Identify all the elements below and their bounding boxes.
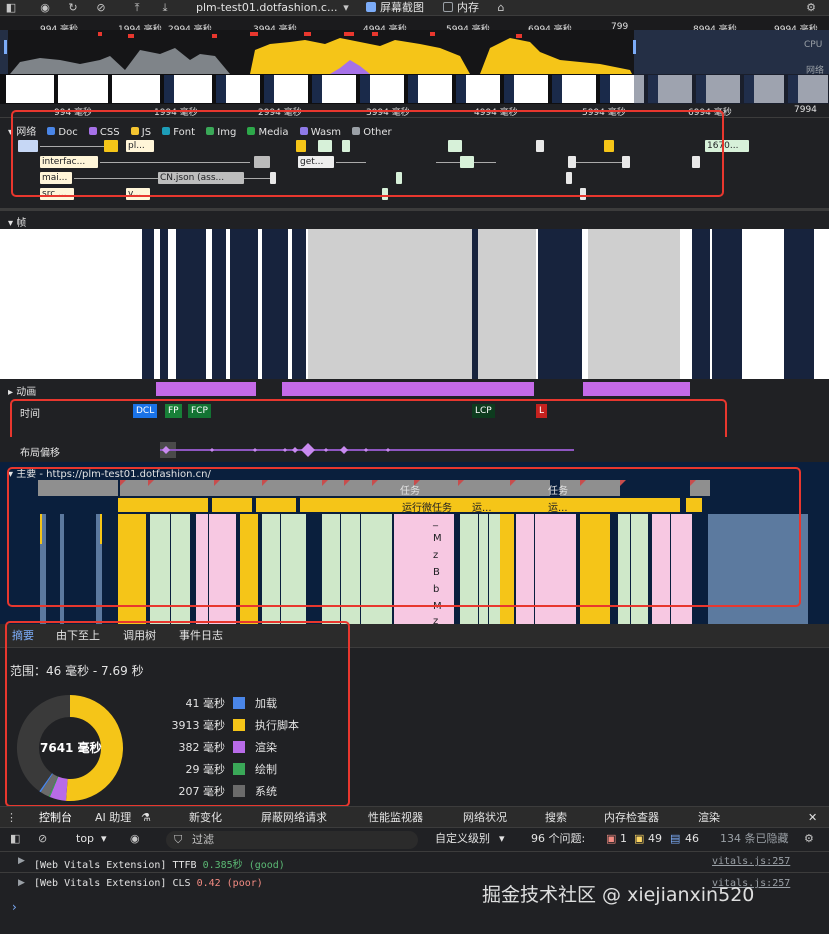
- drawer-tabbar: ⋮ 控制台 AI 助理 ⚗ 新变化 屏蔽网络请求 性能监视器 网络状况 搜索 内…: [0, 806, 829, 831]
- url-select[interactable]: plm-test01.dotfashion.c...: [196, 1, 337, 15]
- main-thread-track[interactable]: ▾ 主要 - https://plm-test01.dotfashion.cn/: [0, 462, 829, 627]
- summary-panel: 范围：46 毫秒 - 7.69 秒 7641 毫秒 41 毫秒 加载 3913 毫…: [0, 621, 829, 807]
- shift-diamonds[interactable]: [150, 437, 600, 462]
- warning-icon: ▣: [634, 832, 645, 845]
- tab-whats-new[interactable]: 新变化: [189, 807, 222, 829]
- layout-shift-track[interactable]: 布局偏移: [0, 437, 829, 462]
- tab-network-conditions[interactable]: 网络状况: [463, 807, 507, 829]
- eye-icon[interactable]: ◉: [130, 832, 140, 846]
- message-value: 0.42 (poor): [196, 878, 263, 889]
- hidden-count: 134 条已隐藏: [720, 832, 789, 845]
- tab-rendering[interactable]: 渲染: [698, 807, 720, 829]
- expand-arrow-icon[interactable]: ▸: [8, 387, 13, 398]
- animation-header[interactable]: ▸ 动画: [8, 383, 36, 398]
- animation-track[interactable]: ▸ 动画: [0, 379, 829, 399]
- console-toolbar: ◧ ⊘ top ▾ ◉ ⛉ 过滤 自定义级别 ▾ 96 个问题: ▣ 1 ▣ 4…: [0, 828, 829, 852]
- filter-input[interactable]: ⛉ 过滤: [166, 831, 418, 849]
- error-count[interactable]: 1: [620, 832, 627, 846]
- message-prefix: [Web Vitals Extension] CLS: [34, 878, 197, 889]
- reload-icon[interactable]: ↻: [66, 1, 80, 15]
- sidebar-icon[interactable]: ◧: [4, 1, 18, 15]
- memory-label: 内存: [457, 1, 479, 14]
- screenshot-checkbox[interactable]: 屏幕截图: [366, 1, 424, 15]
- tab-memory-inspector[interactable]: 内存检查器: [604, 807, 659, 829]
- close-icon[interactable]: ✕: [808, 807, 817, 829]
- ruler-tick: 7994: [794, 105, 817, 115]
- layout-shift-title: 布局偏移: [20, 448, 60, 459]
- clear-console-icon[interactable]: ⊘: [38, 832, 47, 846]
- divider: [0, 872, 829, 873]
- flask-icon: ⚗: [141, 811, 151, 824]
- screenshot-thumbnails: [6, 74, 829, 104]
- record-icon[interactable]: ◉: [38, 1, 52, 15]
- cpu-label: CPU: [804, 40, 823, 50]
- frame-screenshots: [0, 229, 829, 379]
- console-message[interactable]: [Web Vitals Extension] CLS 0.42 (poor): [34, 878, 263, 889]
- message-source-link[interactable]: vitals.js:257: [712, 856, 790, 867]
- highlight-box: [11, 110, 724, 197]
- chevron-down-icon: ▾: [499, 832, 505, 845]
- timeline-overview[interactable]: 994 毫秒 1994 毫秒 2994 毫秒 3994 毫秒 4994 毫秒 5…: [0, 16, 829, 104]
- animation-title: 动画: [16, 387, 37, 398]
- info-count[interactable]: 46: [685, 832, 699, 846]
- animation-bar[interactable]: [156, 382, 256, 396]
- highlight-box: [7, 467, 801, 607]
- expand-arrow-icon[interactable]: ▶: [18, 878, 25, 888]
- drawer-menu-icon[interactable]: ⋮: [6, 807, 17, 829]
- chevron-down-icon: ▾: [101, 832, 107, 845]
- console-messages: ▶ [Web Vitals Extension] TTFB 0.385秒 (go…: [0, 852, 829, 934]
- download-icon[interactable]: ⤓: [158, 1, 172, 15]
- warning-count[interactable]: 49: [648, 832, 662, 846]
- log-levels-select[interactable]: 自定义级别: [435, 832, 490, 846]
- frames-title: 帧: [16, 218, 27, 229]
- frames-track[interactable]: ▾ 帧: [0, 211, 829, 379]
- error-icon: ▣: [606, 832, 617, 845]
- filter-icon: ⛉: [174, 833, 183, 846]
- context-select[interactable]: top: [76, 832, 94, 846]
- issues-label[interactable]: 96 个问题:: [531, 832, 585, 846]
- animation-bar[interactable]: [583, 382, 690, 396]
- broom-icon[interactable]: ⌂: [494, 1, 508, 15]
- message-prefix: [Web Vitals Extension] TTFB: [34, 860, 203, 871]
- screenshot-strip: [0, 74, 829, 104]
- watermark: 掘金技术社区 @ xiejianxin520: [482, 884, 755, 906]
- tab-performance-monitor[interactable]: 性能监视器: [368, 807, 423, 829]
- dropdown-icon[interactable]: ▾: [339, 1, 353, 15]
- tab-ai-assistant[interactable]: AI 助理: [95, 807, 131, 829]
- expand-arrow-icon[interactable]: ▶: [18, 856, 25, 866]
- animation-bar[interactable]: [282, 382, 534, 396]
- console-message[interactable]: [Web Vitals Extension] TTFB 0.385秒 (good…: [34, 856, 285, 871]
- info-icon: ▤: [670, 832, 681, 845]
- tab-search[interactable]: 搜索: [545, 807, 567, 829]
- network-track[interactable]: ▾ 网络 Doc CSS JS Font Img Media Wasm Othe…: [0, 110, 829, 208]
- highlight-box: [5, 621, 350, 807]
- sidebar-toggle-icon[interactable]: ◧: [10, 832, 20, 846]
- performance-toolbar: ◧ ◉ ↻ ⊘ ⤒ ⤓ plm-test01.dotfashion.c... ▾…: [0, 0, 829, 16]
- prompt-icon[interactable]: ›: [12, 900, 17, 914]
- settings-icon[interactable]: ⚙: [804, 1, 818, 15]
- upload-icon[interactable]: ⤒: [130, 1, 144, 15]
- tab-request-blocking[interactable]: 屏蔽网络请求: [261, 807, 327, 829]
- clear-icon[interactable]: ⊘: [94, 1, 108, 15]
- timings-track[interactable]: 时间 DCL FP FCP LCP L: [0, 399, 829, 455]
- message-value: 0.385秒 (good): [202, 860, 285, 871]
- filter-placeholder: 过滤: [192, 833, 214, 846]
- collapse-arrow-icon[interactable]: ▾: [8, 218, 13, 229]
- screenshot-label: 屏幕截图: [380, 1, 424, 14]
- console-settings-icon[interactable]: ⚙: [804, 832, 814, 846]
- frames-header[interactable]: ▾ 帧: [8, 214, 26, 229]
- cpu-chart: [0, 30, 829, 74]
- memory-checkbox[interactable]: 内存: [443, 1, 479, 15]
